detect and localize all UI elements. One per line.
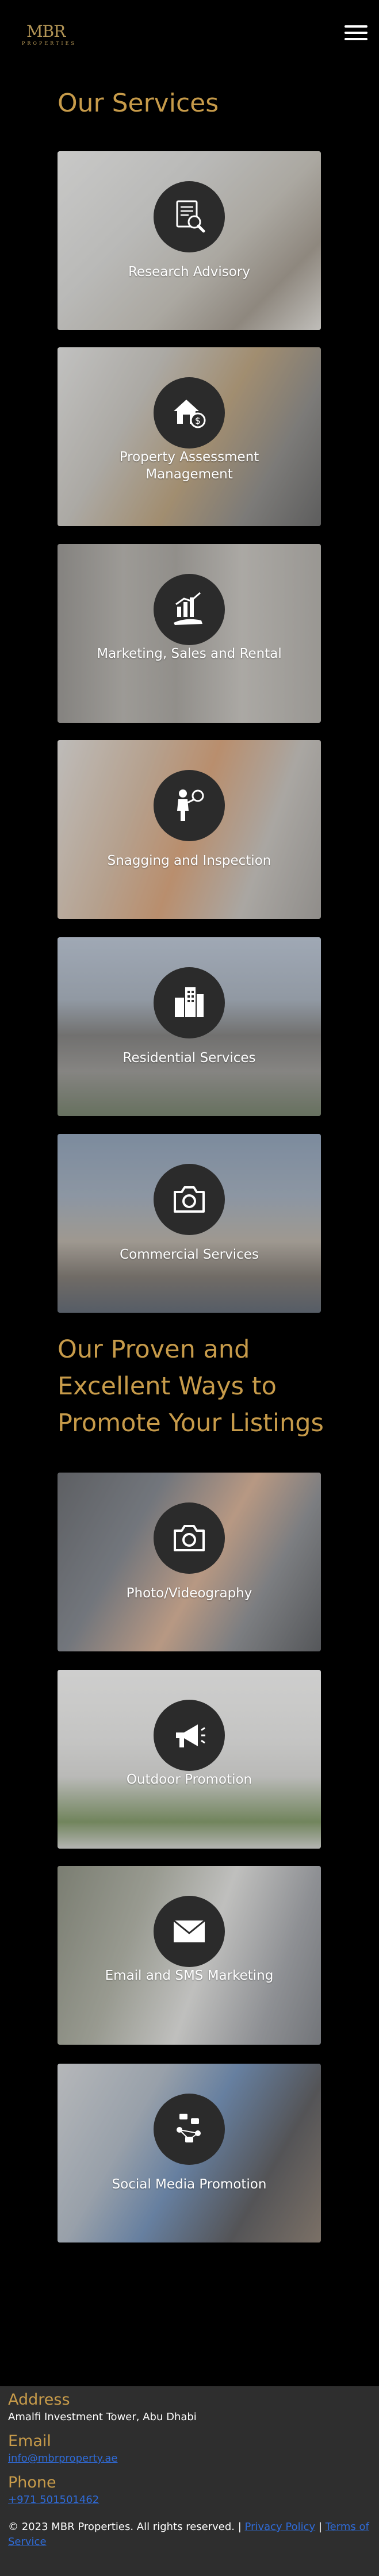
service-card-commercial-services[interactable]: Commercial Services (58, 1134, 321, 1313)
growth-chart-hand-icon (154, 574, 225, 645)
megaphone-icon (154, 1700, 225, 1771)
service-label: Residential Services (122, 1051, 256, 1065)
logo-mark: MBR (26, 22, 66, 41)
service-label: Commercial Services (120, 1247, 259, 1262)
email-link[interactable]: info@mbrproperty.ae (8, 2452, 117, 2466)
service-label: Research Advisory (128, 264, 250, 279)
site-footer: Address Amalfi Investment Tower, Abu Dha… (0, 2386, 379, 2576)
service-label: Snagging and Inspection (107, 853, 271, 868)
copyright-text: © 2023 MBR Properties. All rights reserv… (8, 2521, 242, 2533)
promote-card-social-media[interactable]: Social Media Promotion (58, 2064, 321, 2242)
promote-label: Photo/Videography (126, 1586, 252, 1601)
camera-icon (154, 1502, 225, 1574)
promote-label: Outdoor Promotion (126, 1772, 252, 1787)
envelope-icon (154, 1896, 225, 1967)
camera-icon (154, 1164, 225, 1235)
page: MBR PROPERTIES Our Services Research Adv… (0, 0, 379, 2576)
site-logo[interactable]: MBR PROPERTIES (22, 23, 74, 48)
document-magnifier-icon (154, 181, 225, 252)
email-label: Email (8, 2432, 51, 2450)
service-card-snagging-inspection[interactable]: Snagging and Inspection (58, 740, 321, 919)
logo-subtitle: PROPERTIES (22, 41, 76, 46)
promote-card-email-sms[interactable]: Email and SMS Marketing (58, 1866, 321, 2045)
service-card-residential-services[interactable]: Residential Services (58, 937, 321, 1116)
address-label: Address (8, 2391, 70, 2409)
hamburger-menu-icon[interactable] (344, 25, 367, 44)
promote-title: Our Proven and Excellent Ways to Promote… (58, 1335, 324, 1438)
inspector-magnifier-icon (154, 770, 225, 841)
privacy-policy-link[interactable]: Privacy Policy (245, 2521, 316, 2533)
svg-text:$: $ (195, 415, 201, 426)
service-label: Property Assessment Management (119, 450, 259, 482)
service-card-marketing-sales-rental[interactable]: Marketing, Sales and Rental (58, 544, 321, 723)
service-card-property-assessment[interactable]: $ Property Assessment Management (58, 347, 321, 526)
site-header: MBR PROPERTIES (0, 0, 379, 69)
service-label: Marketing, Sales and Rental (97, 646, 282, 661)
promote-card-photo-videography[interactable]: Photo/Videography (58, 1473, 321, 1651)
promote-label: Email and SMS Marketing (105, 1968, 274, 1983)
house-money-icon: $ (154, 377, 225, 448)
social-network-icon (154, 2094, 225, 2165)
promote-label: Social Media Promotion (112, 2177, 267, 2192)
buildings-icon (154, 967, 225, 1038)
phone-label: Phone (8, 2474, 56, 2491)
footer-separator: | (318, 2521, 323, 2533)
promote-card-outdoor-promotion[interactable]: Outdoor Promotion (58, 1670, 321, 1849)
phone-link[interactable]: +971 501501462 (8, 2493, 99, 2507)
address-value: Amalfi Investment Tower, Abu Dhabi (8, 2411, 197, 2423)
copyright-line: © 2023 MBR Properties. All rights reserv… (8, 2520, 371, 2550)
services-title: Our Services (58, 89, 219, 118)
service-card-research-advisory[interactable]: Research Advisory (58, 151, 321, 330)
